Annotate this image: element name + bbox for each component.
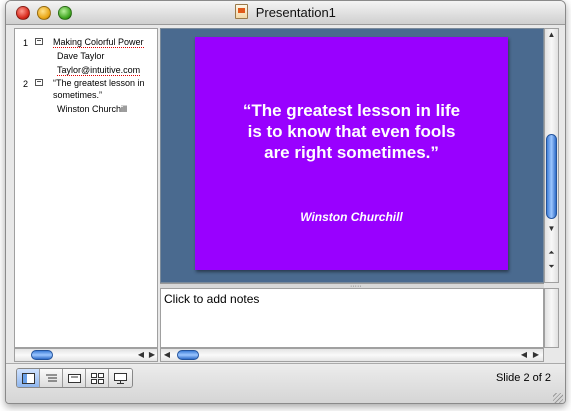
scroll-down-arrow-icon[interactable]: ▼ xyxy=(545,223,558,234)
window-title-container: Presentation1 xyxy=(6,4,565,20)
outline-slide-title[interactable]: Making Colorful Power xyxy=(53,37,144,48)
slide-pane[interactable]: “The greatest lesson in life is to know … xyxy=(160,28,544,283)
outline-view-button[interactable] xyxy=(40,369,63,387)
outline-slide-title[interactable]: “The greatest lesson in xyxy=(53,78,145,88)
outline-text-line[interactable]: Dave Taylor xyxy=(57,51,104,61)
outline-slide-number: 2 xyxy=(23,79,29,89)
slide-view-icon xyxy=(67,373,81,383)
slide-scroll-thumb[interactable] xyxy=(546,134,557,219)
scroll-up-arrow-icon[interactable]: ▲ xyxy=(545,29,558,40)
scroll-left-arrow-icon[interactable]: ◀ xyxy=(136,349,146,361)
outline-view-icon xyxy=(45,374,57,381)
quote-line: are right sometimes.” xyxy=(264,143,439,162)
slide-author-text[interactable]: Winston Churchill xyxy=(195,210,508,224)
resize-grip-icon[interactable] xyxy=(553,393,563,403)
notes-pane[interactable]: Click to add notes xyxy=(160,288,544,348)
main-scroll-thumb[interactable] xyxy=(177,350,199,360)
slide-vertical-scrollbar[interactable]: ▲ ▼ ⏶ ⏷ xyxy=(544,28,559,283)
quote-line: “The greatest lesson in life xyxy=(242,101,461,120)
slide-canvas[interactable]: “The greatest lesson in life is to know … xyxy=(195,37,508,270)
scroll-right-arrow-icon[interactable]: ▶ xyxy=(147,349,157,361)
presentation-document-icon xyxy=(235,4,249,19)
slide-show-icon xyxy=(114,372,127,384)
normal-view-button[interactable] xyxy=(17,369,40,387)
outline-text-line[interactable]: Taylor@intuitive.com xyxy=(57,65,141,76)
slide-sorter-icon xyxy=(90,372,104,384)
previous-slide-icon[interactable]: ⏶ xyxy=(545,247,558,258)
quote-line: is to know that even fools xyxy=(247,122,456,141)
presentation-window: Presentation1 1 Making Colorful Power Da… xyxy=(5,0,566,404)
slide-quote-text[interactable]: “The greatest lesson in life is to know … xyxy=(205,100,498,163)
outline-slide-number: 1 xyxy=(23,38,29,48)
scroll-left-arrow-icon[interactable]: ◀ xyxy=(519,349,529,361)
slide-icon[interactable] xyxy=(35,79,43,86)
notes-vertical-scrollbar[interactable] xyxy=(544,288,559,348)
outline-pane[interactable]: 1 Making Colorful Power Dave Taylor Tayl… xyxy=(14,28,158,348)
outline-scroll-thumb[interactable] xyxy=(31,350,53,360)
window-title: Presentation1 xyxy=(255,5,336,20)
normal-view-icon xyxy=(21,372,35,384)
next-slide-icon[interactable]: ⏷ xyxy=(545,261,558,272)
scroll-left-arrow-icon[interactable]: ◀ xyxy=(162,349,172,361)
slide-view-button[interactable] xyxy=(63,369,86,387)
title-bar[interactable]: Presentation1 xyxy=(6,1,565,25)
slide-icon[interactable] xyxy=(35,38,43,45)
outline-text-line[interactable]: sometimes.” xyxy=(53,90,102,100)
outline-horizontal-scrollbar[interactable]: ◀ ▶ xyxy=(14,348,158,362)
slide-show-button[interactable] xyxy=(109,369,132,387)
view-switcher xyxy=(16,368,133,388)
status-bar: Slide 2 of 2 xyxy=(6,363,565,403)
main-horizontal-scrollbar[interactable]: ◀ ◀ ▶ xyxy=(160,348,544,362)
scroll-right-arrow-icon[interactable]: ▶ xyxy=(531,349,541,361)
notes-placeholder[interactable]: Click to add notes xyxy=(164,292,259,306)
slide-indicator: Slide 2 of 2 xyxy=(495,372,551,384)
outline-text-line[interactable]: Winston Churchill xyxy=(57,104,127,114)
slide-sorter-button[interactable] xyxy=(86,369,109,387)
